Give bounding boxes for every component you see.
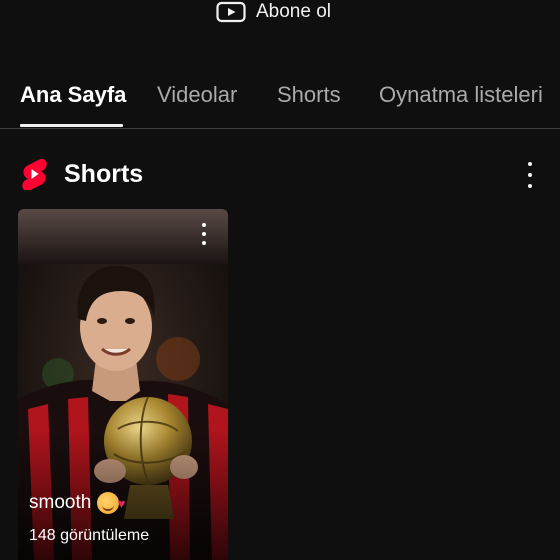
tab-home[interactable]: Ana Sayfa (20, 82, 126, 108)
short-views: 148 görüntüleme (29, 527, 150, 544)
tabs-divider (0, 128, 560, 129)
tab-shorts[interactable]: Shorts (277, 82, 341, 108)
tab-playlists[interactable]: Oynatma listeleri (379, 82, 543, 108)
short-card[interactable]: smooth 148 görüntüleme (18, 209, 228, 560)
subscribe-button[interactable]: Abone ol (216, 0, 331, 24)
shorts-logo-icon (22, 158, 47, 190)
tab-videos[interactable]: Videolar (157, 82, 237, 108)
subscribe-label: Abone ol (256, 1, 332, 22)
more-vert-icon[interactable] (200, 223, 208, 245)
short-title-text: smooth (29, 492, 92, 513)
shorts-section-header: Shorts (20, 156, 560, 192)
short-title: smooth (29, 492, 125, 514)
more-vert-icon[interactable] (520, 162, 540, 188)
youtube-play-icon (216, 1, 246, 23)
active-tab-indicator (20, 124, 123, 127)
channel-tabs: Ana Sayfa Videolar Shorts Oynatma listel… (0, 78, 560, 128)
section-title: Shorts (64, 159, 144, 188)
smiling-face-with-hearts-icon (97, 492, 125, 514)
